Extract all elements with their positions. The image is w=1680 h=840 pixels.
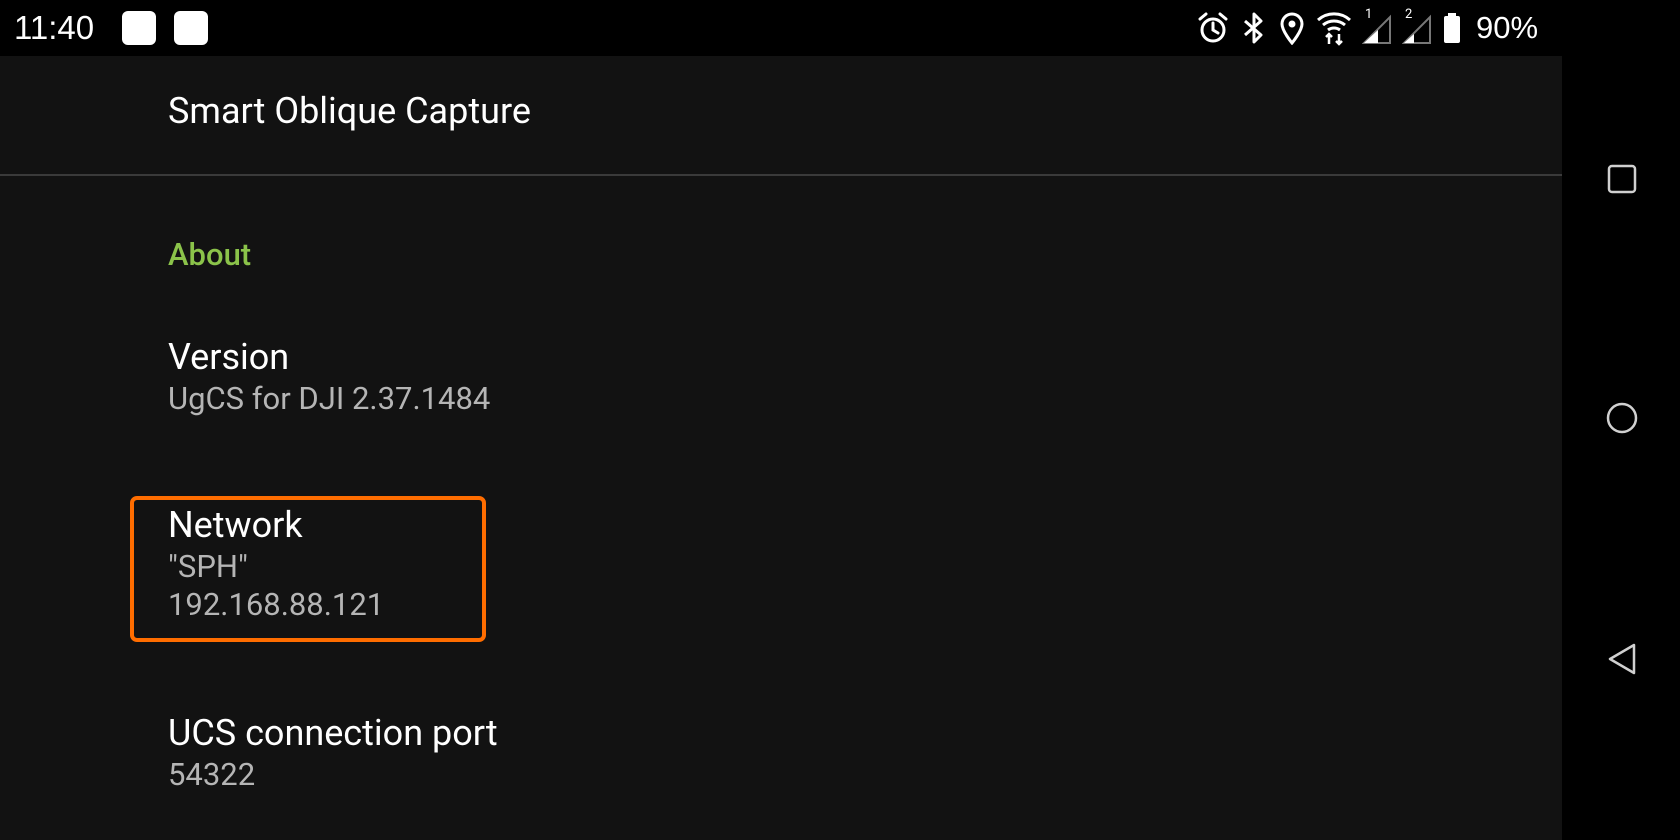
app-title: Smart Oblique Capture — [168, 90, 531, 132]
sim1-label: 1 — [1365, 7, 1373, 22]
sim2-label: 2 — [1405, 7, 1413, 22]
battery-icon — [1442, 11, 1462, 45]
pref-title: UCS connection port — [168, 712, 498, 754]
circle-icon — [1606, 402, 1638, 434]
toolbar-divider — [0, 174, 1562, 176]
status-bar: 11:40 1 2 90% — [0, 0, 1680, 56]
pref-ucs-connection-port[interactable]: UCS connection port 54322 — [168, 710, 498, 794]
pref-network[interactable]: Network "SPH" 192.168.88.121 — [168, 502, 384, 624]
recents-button[interactable] — [1597, 154, 1647, 204]
square-icon — [1607, 164, 1637, 194]
back-triangle-icon — [1608, 643, 1636, 675]
status-icons: 1 2 90% — [1196, 7, 1539, 48]
location-icon — [1278, 11, 1306, 45]
network-ip-address: 192.168.88.121 — [168, 586, 385, 623]
pref-title: Network — [168, 504, 303, 546]
notification-icon — [122, 11, 156, 45]
section-header-about: About — [168, 236, 252, 273]
back-button[interactable] — [1597, 634, 1647, 684]
wifi-icon — [1316, 10, 1352, 46]
battery-percentage: 90% — [1476, 10, 1539, 45]
navigation-bar — [1562, 56, 1680, 840]
bluetooth-icon — [1240, 11, 1268, 45]
signal-sim1-icon: 1 — [1362, 7, 1392, 45]
pref-summary: UgCS for DJI 2.37.1484 — [168, 380, 491, 417]
status-time: 11:40 — [14, 9, 95, 46]
signal-sim2-icon: 2 — [1402, 7, 1432, 45]
pref-title: Version — [168, 336, 290, 378]
settings-screen: Smart Oblique Capture About Version UgCS… — [0, 56, 1562, 840]
notification-icon — [174, 11, 208, 45]
alarm-icon — [1196, 11, 1230, 45]
android-screen: 11:40 1 2 90% Smart Oblique Capture Abou… — [0, 0, 1680, 840]
pref-version[interactable]: Version UgCS for DJI 2.37.1484 — [168, 334, 490, 418]
pref-summary: 54322 — [168, 756, 256, 793]
home-button[interactable] — [1597, 393, 1647, 443]
network-ssid: "SPH" — [168, 548, 248, 585]
